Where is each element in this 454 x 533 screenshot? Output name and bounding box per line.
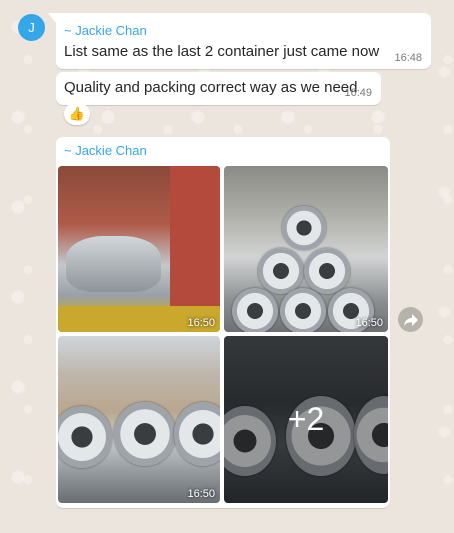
container-door-shape bbox=[170, 166, 220, 306]
steel-coil-shape bbox=[258, 248, 304, 294]
steel-coil-shape bbox=[280, 288, 326, 332]
steel-coil-shape bbox=[282, 206, 326, 250]
message-text: List same as the last 2 container just c… bbox=[64, 43, 380, 60]
photo-time: 16:50 bbox=[187, 488, 215, 500]
message-time: 16:48 bbox=[394, 52, 422, 64]
photo-time: 16:50 bbox=[187, 317, 215, 329]
sender-name[interactable]: ~ Jackie Chan bbox=[64, 23, 147, 38]
steel-coil-shape bbox=[58, 406, 112, 468]
steel-coil-shape bbox=[232, 288, 278, 332]
album-photo-container[interactable]: 16:50 bbox=[58, 166, 220, 332]
steel-coil-shape bbox=[114, 402, 176, 466]
message-time: 16:49 bbox=[344, 87, 372, 99]
more-photos-overlay[interactable]: +2 bbox=[224, 336, 388, 503]
steel-coil-shape bbox=[304, 248, 350, 294]
sender-name[interactable]: ~ Jackie Chan bbox=[64, 143, 147, 158]
message-text: Quality and packing correct way as we ne… bbox=[64, 79, 358, 96]
album-photo-more[interactable]: +2 bbox=[224, 336, 388, 503]
album-photo-coils-stack[interactable]: 16:50 bbox=[224, 166, 388, 332]
photo-time: 16:50 bbox=[355, 317, 383, 329]
more-photos-count: +2 bbox=[287, 401, 325, 437]
message-bubble[interactable]: Quality and packing correct way as we ne… bbox=[56, 72, 381, 105]
steel-coil-shape bbox=[174, 402, 220, 466]
sender-avatar[interactable]: J bbox=[18, 14, 45, 41]
message-bubble[interactable]: ~ Jackie Chan List same as the last 2 co… bbox=[48, 13, 431, 69]
album-photo-coils-row[interactable]: 16:50 bbox=[58, 336, 220, 503]
avatar-initial: J bbox=[28, 20, 35, 35]
forward-arrow-icon[interactable] bbox=[398, 307, 423, 332]
reaction-emoji: 👍 bbox=[68, 106, 86, 121]
steel-coil-shape bbox=[66, 236, 161, 292]
forward-arrow-glyph bbox=[403, 313, 418, 326]
thumbs-up-icon[interactable]: 👍 bbox=[64, 103, 90, 125]
